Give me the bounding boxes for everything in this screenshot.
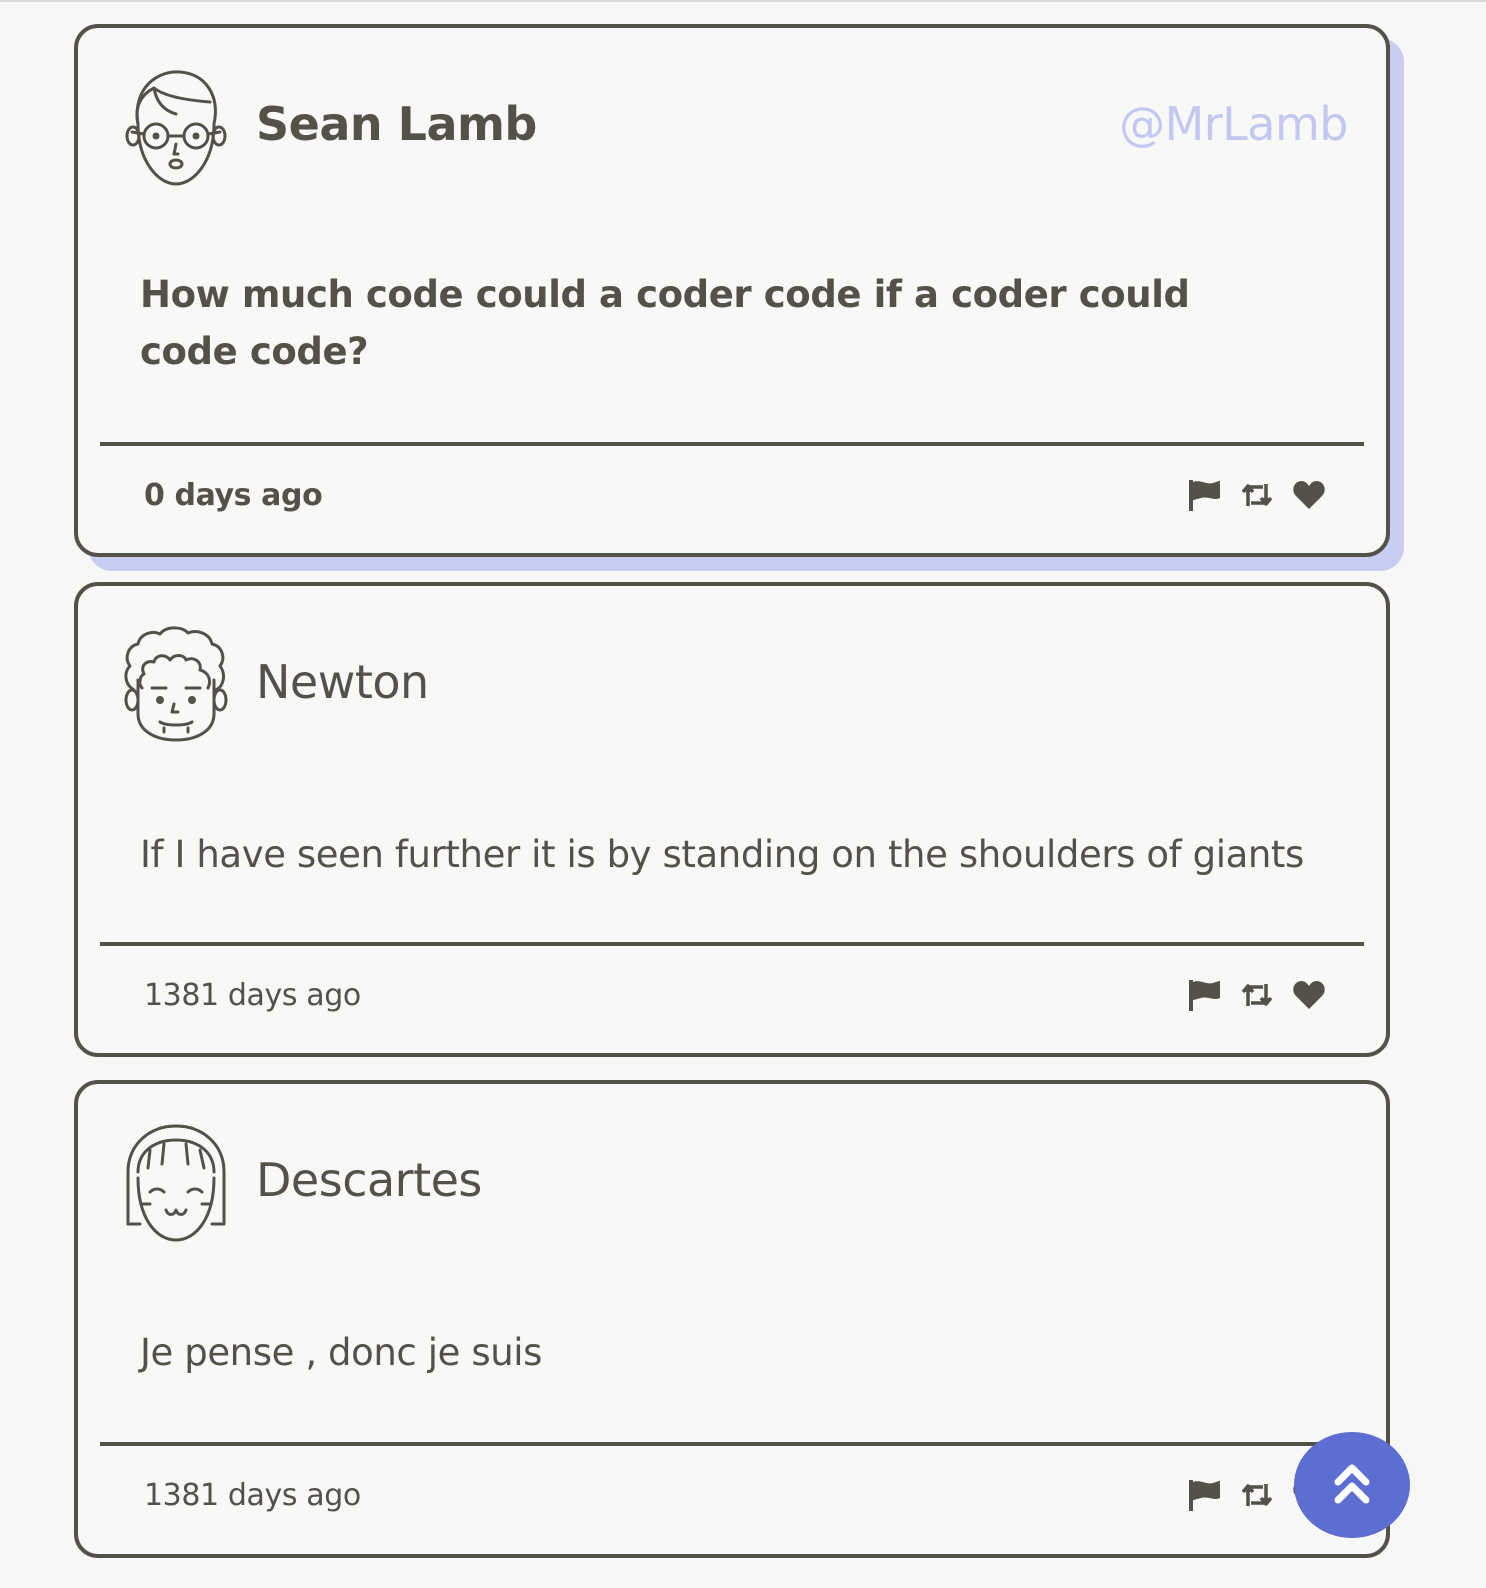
tweet-timestamp: 1381 days ago [144, 978, 361, 1013]
divider [100, 442, 1364, 446]
avatar-bangs-icon [126, 1124, 226, 1242]
scroll-to-top-button[interactable] [1294, 1432, 1410, 1538]
avatar-curly-hair-icon [124, 626, 228, 742]
tweet-timestamp: 1381 days ago [144, 1478, 361, 1513]
author-handle[interactable]: @MrLamb [1119, 94, 1348, 154]
top-border [0, 0, 1486, 2]
author-name: Descartes [256, 1153, 482, 1207]
retweet-icon[interactable] [1240, 478, 1274, 512]
divider [100, 1442, 1364, 1446]
tweet-card: Newton If I have seen further it is by s… [74, 582, 1390, 1057]
flag-icon[interactable] [1188, 478, 1222, 512]
tweet-actions [1188, 478, 1326, 512]
author-name: Sean Lamb [256, 97, 537, 151]
author-name: Newton [256, 655, 429, 709]
tweet-text: If I have seen further it is by standing… [140, 833, 1304, 876]
tweet-actions [1188, 978, 1326, 1012]
tweet-text: How much code could a coder code if a co… [140, 273, 1190, 373]
avatar-glasses-icon [125, 70, 227, 186]
divider [100, 942, 1364, 946]
flag-icon[interactable] [1188, 1478, 1222, 1512]
heart-icon[interactable] [1292, 478, 1326, 512]
tweet-card: Sean Lamb @MrLamb How much code could a … [74, 24, 1390, 557]
tweet-card: Descartes Je pense , donc je suis 1381 d… [74, 1080, 1390, 1558]
tweet-timestamp: 0 days ago [144, 478, 323, 513]
retweet-icon[interactable] [1240, 1478, 1274, 1512]
flag-icon[interactable] [1188, 978, 1222, 1012]
heart-icon[interactable] [1292, 978, 1326, 1012]
double-chevron-up-icon [1334, 1464, 1370, 1504]
retweet-icon[interactable] [1240, 978, 1274, 1012]
tweet-text: Je pense , donc je suis [140, 1331, 543, 1374]
